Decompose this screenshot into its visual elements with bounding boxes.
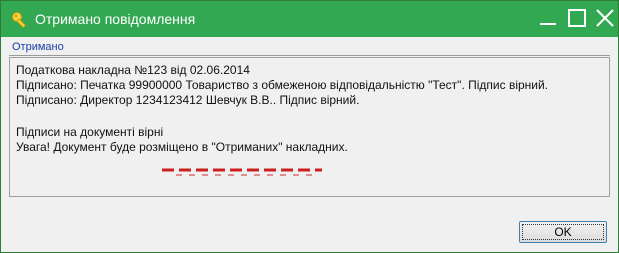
section-divider: [9, 55, 610, 56]
message-line-signed-stamp: Підписано: Печатка 99900000 Товариство з…: [16, 78, 549, 92]
window-controls: [535, 7, 616, 31]
highlight-underline: [162, 168, 322, 176]
focus-ring: [522, 224, 604, 240]
window-title: Отримано повідомлення: [35, 11, 196, 27]
ok-button[interactable]: OK: [519, 221, 607, 243]
message-line-invoice: Податкова накладна №123 від 02.06.2014: [16, 63, 250, 77]
close-icon[interactable]: [594, 7, 616, 29]
section-label: Отримано: [12, 41, 64, 53]
title-bar[interactable]: Отримано повідомлення: [1, 1, 618, 37]
message-line-signatures-valid: Підписи на документі вірні: [16, 125, 164, 139]
message-dialog: Отримано повідомлення Отримано Податкова…: [0, 0, 619, 253]
message-line-signed-director: Підписано: Директор 1234123412 Шевчук В.…: [16, 93, 360, 107]
key-icon: [11, 11, 29, 29]
dialog-content: Отримано Податкова накладна №123 від 02.…: [9, 39, 610, 199]
minimize-icon[interactable]: [537, 7, 559, 29]
message-box: Податкова накладна №123 від 02.06.2014 П…: [9, 57, 610, 197]
maximize-icon[interactable]: [566, 7, 588, 29]
message-line-warning: Увага! Документ буде розміщено в "Отрима…: [16, 140, 348, 154]
